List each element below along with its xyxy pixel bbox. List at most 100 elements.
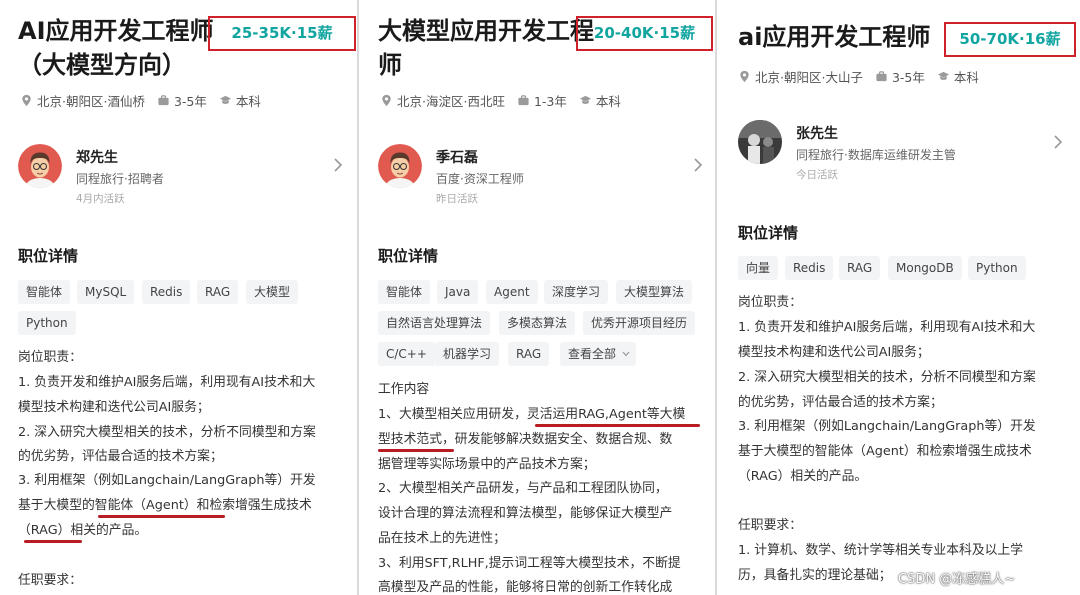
skill-tag[interactable]: RAG [839,256,881,280]
desc-line: 设计合理的算法流程和算法模型，能够保证大模型产 [378,506,673,521]
skill-tag[interactable]: 自然语言处理算法 [378,311,491,335]
highlight-underline [378,449,454,452]
skill-tag[interactable]: 机器学习 [435,342,500,366]
job-title: 大模型应用开发工程 师 [378,17,594,79]
skill-tag[interactable]: Agent [486,280,538,304]
education-text: 本科 [235,94,261,109]
panel-divider [715,0,717,595]
job-title: AI应用开发工程师 （大模型方向） [18,17,214,79]
location-pin-icon [740,70,749,83]
desc-line: 工作内容 [378,382,430,397]
skill-tag[interactable]: C/C++ [378,342,435,366]
recruiter-name: 郑先生 [76,150,118,166]
location-pin-icon [382,94,391,107]
chevron-down-icon [622,351,630,357]
desc-line: 的优劣势，评估最合适的技术方案； [18,449,223,464]
desc-line: （RAG）相关的产品。 [738,469,868,484]
skill-tag[interactable]: Java [437,280,479,304]
location-pin-icon [22,94,31,107]
salary-badge: 20-40K·15薪 [576,16,713,51]
desc-line: 1. 负责开发和维护AI服务后端，利用现有AI技术和大 [18,375,316,390]
recruiter-avatar [18,144,62,188]
job-meta: 北京·朝阳区·酒仙桥 3-5年 本科 [20,91,261,110]
desc-line: 基于大模型的智能体（Agent）和检索增强生成技术 [738,444,1032,459]
job-details-heading: 职位详情 [738,224,799,242]
desc-line: （RAG）相关的产品。 [18,523,148,538]
desc-line: 1、大模型相关应用研发，灵活运用RAG,Agent等大模 [378,407,686,422]
salary-badge: 50-70K·16薪 [944,22,1076,57]
skill-tag[interactable]: Redis [785,256,834,280]
skill-tag[interactable]: RAG [508,342,550,366]
cartoon-man-avatar-icon [18,144,62,188]
highlight-underline [535,424,700,427]
desc-line: 1. 计算机、数学、统计学等相关专业本科及以上学 [738,543,1024,558]
skill-tag[interactable]: 优秀开源项目经历 [583,311,696,335]
skill-tag[interactable]: RAG [197,280,239,304]
desc-line: 3、利用SFT,RLHF,提示词工程等大模型技术，不断提 [378,556,681,571]
location-text: 北京·朝阳区·酒仙桥 [37,94,145,109]
skill-tag[interactable]: 大模型 [246,280,299,304]
recruiter-active-status: 昨日活跃 [436,193,478,205]
recruiter-active-status: 4月内活跃 [76,193,125,205]
graduation-cap-icon [579,95,591,104]
highlight-underline [98,515,225,518]
desc-line: 岗位职责： [18,350,82,365]
recruiter-avatar [738,120,782,164]
desc-line: 模型技术构建和迭代公司AI服务； [18,400,210,415]
education-text: 本科 [595,94,621,109]
cartoon-man-avatar-icon [378,144,422,188]
briefcase-icon [518,95,529,106]
chevron-right-icon[interactable] [332,156,344,174]
skill-tag[interactable]: 深度学习 [544,280,609,304]
graduation-cap-icon [219,95,231,104]
education-text: 本科 [953,70,979,85]
csdn-watermark: CSDN @冻感糕人~ [898,572,1016,587]
skill-tag[interactable]: Python [968,256,1026,280]
recruiter-active-status: 今日活跃 [796,169,838,181]
job-meta: 北京·海淀区·西北旺 1-3年 本科 [380,91,621,110]
desc-line: 高模型及产品的性能，能够将日常的创新工作转化成 [378,580,673,595]
briefcase-icon [876,71,887,82]
recruiter-org: 百度·资深工程师 [436,172,524,186]
desc-line: 品在技术上的先进性； [378,531,506,546]
experience-text: 3-5年 [891,70,925,85]
location-text: 北京·朝阳区·大山子 [755,70,863,85]
salary-badge: 25-35K·15薪 [208,16,356,51]
skill-tag[interactable]: Python [18,311,76,335]
job-details-heading: 职位详情 [378,247,439,265]
skill-tag[interactable]: Redis [142,280,191,304]
graduation-cap-icon [937,71,949,80]
desc-line: 岗位职责： [738,295,802,310]
recruiter-name: 张先生 [796,126,838,142]
skill-tag[interactable]: MongoDB [888,256,962,280]
panel-divider [357,0,359,595]
chevron-right-icon[interactable] [1052,133,1064,151]
skill-tag[interactable]: 向量 [738,256,779,280]
job-title: ai应用开发工程师 [738,23,931,51]
desc-line: 据管理等实际场景中的产品技术方案； [378,457,596,472]
chevron-right-icon[interactable] [692,156,704,174]
recruiter-avatar [378,144,422,188]
experience-text: 1-3年 [533,94,567,109]
location-text: 北京·海淀区·西北旺 [397,94,505,109]
skill-tag[interactable]: 智能体 [18,280,71,304]
desc-line: 2. 深入研究大模型相关的技术，分析不同模型和方案 [18,425,316,440]
recruiter-name: 季石磊 [436,150,478,166]
skill-tag[interactable]: 多模态算法 [499,311,576,335]
job-card-ai-app-engineer[interactable]: ai应用开发工程师 50-70K·16薪 北京·朝阳区·大山子 3-5年 本科 … [718,0,1080,595]
skill-tag[interactable]: MySQL [77,280,135,304]
desc-line: 2、大模型相关产品研发，与产品和工程团队协同， [378,481,668,496]
job-card-ai-engineer[interactable]: AI应用开发工程师 （大模型方向） 25-35K·15薪 北京·朝阳区·酒仙桥 … [0,0,358,595]
desc-line: 基于大模型的智能体（Agent）和检索增强生成技术 [18,498,312,513]
desc-line: 2. 深入研究大模型相关的技术，分析不同模型和方案 [738,370,1036,385]
skill-tag[interactable]: 大模型算法 [616,280,693,304]
skill-tag[interactable]: 智能体 [378,280,431,304]
highlight-underline [24,540,82,543]
desc-line: 模型技术构建和迭代公司AI服务； [738,345,930,360]
desc-line: 任职要求： [18,573,82,588]
desc-line: 3. 利用框架（例如Langchain/LangGraph等）开发 [738,419,1036,434]
experience-text: 3-5年 [173,94,207,109]
desc-line: 的优劣势，评估最合适的技术方案； [738,395,943,410]
view-all-tags-button[interactable]: 查看全部 [560,342,637,366]
job-card-llm-engineer[interactable]: 大模型应用开发工程 师 20-40K·15薪 北京·海淀区·西北旺 1-3年 本… [360,0,716,595]
